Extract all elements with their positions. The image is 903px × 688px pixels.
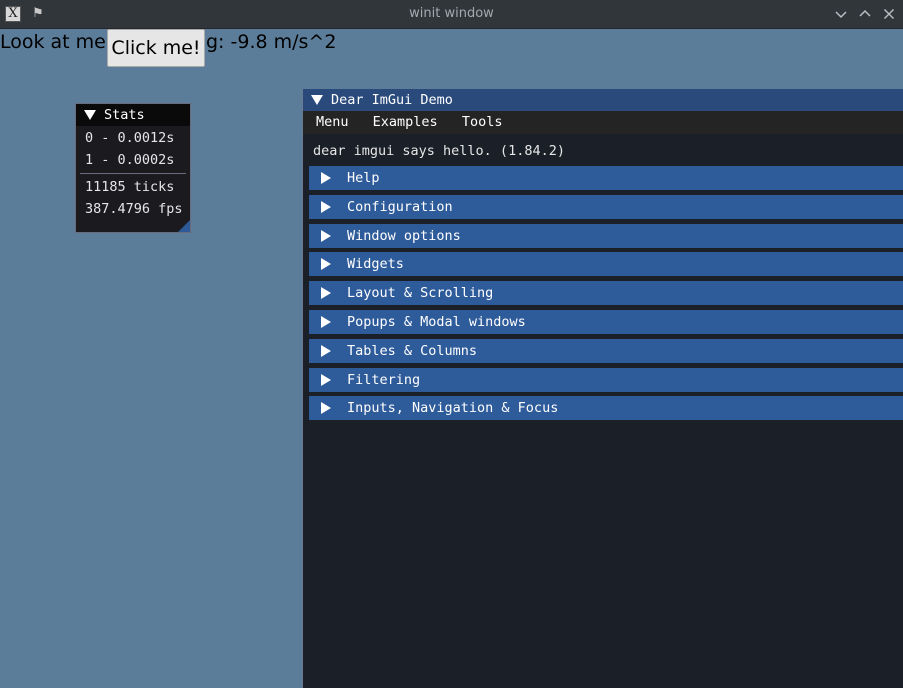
section-help[interactable]: Help (309, 166, 903, 190)
stats-window[interactable]: Stats 0 - 0.0012s 1 - 0.0002s 11185 tick… (75, 103, 191, 233)
section-label: Configuration (347, 198, 453, 215)
stats-window-title: Stats (104, 107, 145, 123)
section-filtering[interactable]: Filtering (309, 367, 903, 392)
hello-text: dear imgui says hello. (1.84.2) (313, 143, 565, 159)
demo-menubar: Menu Examples Tools (303, 111, 903, 134)
maximize-icon[interactable] (857, 6, 873, 22)
close-icon[interactable] (881, 6, 897, 22)
expand-arrow-icon (321, 172, 331, 184)
expand-arrow-icon (321, 200, 331, 213)
stats-ticks: 11185 ticks (85, 179, 175, 195)
section-configuration[interactable]: Configuration (309, 194, 903, 219)
section-label: Inputs, Navigation & Focus (347, 400, 559, 417)
demo-window-titlebar[interactable]: Dear ImGui Demo (303, 89, 903, 111)
stats-timing-1: 1 - 0.0002s (85, 152, 175, 168)
menu-examples[interactable]: Examples (373, 114, 438, 130)
menu-tools[interactable]: Tools (462, 114, 503, 130)
stats-window-titlebar[interactable]: Stats (76, 104, 190, 126)
section-label: Filtering (347, 371, 421, 388)
section-label: Widgets (347, 256, 404, 273)
stats-separator (80, 173, 186, 174)
section-tables-columns[interactable]: Tables & Columns (309, 338, 903, 363)
resize-grip-icon[interactable] (178, 220, 190, 232)
section-label: Tables & Columns (347, 342, 478, 359)
expand-arrow-icon (321, 258, 331, 271)
section-label: Layout & Scrolling (347, 285, 494, 302)
section-label: Help (347, 170, 380, 186)
expand-arrow-icon (321, 229, 331, 242)
demo-window-title: Dear ImGui Demo (331, 92, 453, 108)
stats-timing-0: 0 - 0.0012s (85, 130, 175, 146)
look-at-me-label: Look at me! (0, 31, 114, 53)
minimize-icon[interactable] (833, 6, 849, 22)
section-label: Window options (347, 227, 461, 244)
gravity-label: g: -9.8 m/s^2 (206, 31, 337, 53)
expand-arrow-icon (321, 402, 331, 415)
expand-arrow-icon (321, 344, 331, 357)
demo-sections: Help Configuration Window options Widget… (303, 166, 903, 421)
section-widgets[interactable]: Widgets (309, 252, 903, 277)
window-titlebar[interactable]: X ⚑ winit window (0, 0, 903, 29)
expand-arrow-icon (321, 373, 331, 386)
collapse-arrow-icon[interactable] (84, 110, 96, 120)
window-title: winit window (409, 6, 494, 21)
stats-fps: 387.4796 fps (85, 201, 183, 217)
section-inputs-navigation[interactable]: Inputs, Navigation & Focus (309, 396, 903, 421)
section-label: Popups & Modal windows (347, 313, 526, 330)
menu-menu[interactable]: Menu (316, 114, 349, 130)
imgui-demo-window[interactable]: Dear ImGui Demo Menu Examples Tools dear… (302, 89, 903, 688)
collapse-arrow-icon[interactable] (311, 95, 323, 105)
section-popups-modal[interactable]: Popups & Modal windows (309, 309, 903, 334)
click-me-button[interactable]: Click me! (107, 29, 205, 67)
expand-arrow-icon (321, 287, 331, 300)
expand-arrow-icon (321, 315, 331, 328)
section-layout-scrolling[interactable]: Layout & Scrolling (309, 281, 903, 306)
section-window-options[interactable]: Window options (309, 223, 903, 248)
